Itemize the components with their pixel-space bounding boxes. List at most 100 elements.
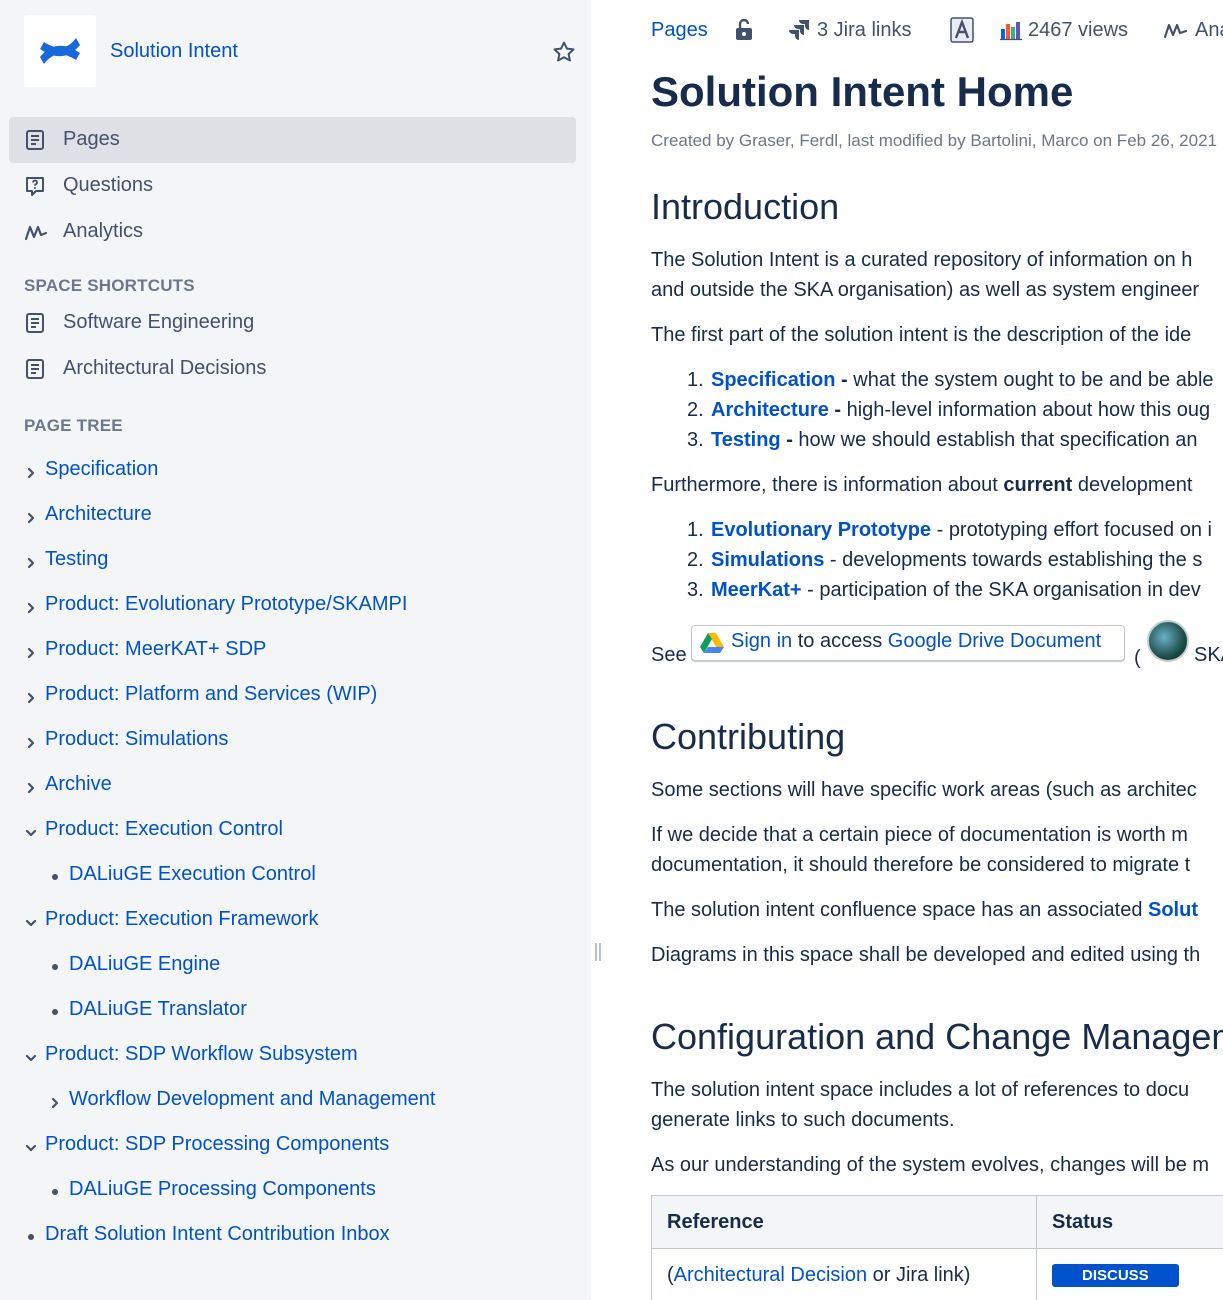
chevron-down-icon[interactable]: [24, 823, 38, 837]
sidebar-item-label: Pages: [63, 128, 120, 150]
star-icon[interactable]: [552, 40, 576, 69]
sidebar-item-questions[interactable]: Questions: [9, 163, 576, 209]
list-item: 1. Evolutionary Prototype - prototyping e…: [687, 519, 1212, 541]
space-header: Solution Intent: [24, 15, 576, 87]
paren-open: (: [1134, 647, 1141, 669]
bullet-icon: [52, 1189, 58, 1195]
page-tree-label[interactable]: Archive: [45, 773, 112, 796]
page-views-count[interactable]: 2467 views: [1028, 16, 1128, 46]
page-tree-label[interactable]: Product: Platform and Services (WIP): [45, 683, 377, 706]
list-item: 2. Simulations - developments towards est…: [687, 549, 1203, 571]
table-row: (Architectural Decision or Jira link) DI…: [651, 1248, 1223, 1300]
config-paragraph-1-line2: generate links to such documents.: [651, 1109, 955, 1131]
page-title: Solution Intent Home: [651, 68, 1074, 115]
list-item: 3. MeerKat+ - participation of the SKA or…: [687, 579, 1201, 601]
intro-paragraph-3: Furthermore, there is information about …: [651, 474, 1193, 496]
shortcuts-heading: SPACE SHORTCUTS: [24, 276, 195, 295]
ska-link[interactable]: SKA: [1194, 640, 1223, 670]
chevron-right-icon[interactable]: [24, 733, 38, 749]
status-cell: DISCUSS: [1036, 1248, 1223, 1300]
page-tree-label[interactable]: Product: Execution Framework: [45, 908, 318, 931]
space-name[interactable]: Solution Intent: [110, 40, 238, 63]
contrib-paragraph-4: Diagrams in this space shall be develope…: [651, 944, 1201, 966]
chevron-down-icon[interactable]: [24, 913, 38, 927]
chevron-right-icon[interactable]: [24, 553, 38, 569]
page-tree-label[interactable]: Draft Solution Intent Contribution Inbox: [45, 1223, 390, 1246]
link-architecture[interactable]: Architecture: [711, 399, 829, 421]
sign-in-link[interactable]: Sign in: [731, 630, 792, 652]
chevron-right-icon[interactable]: [24, 463, 38, 479]
sidebar-item-pages[interactable]: Pages: [9, 117, 576, 163]
page-tree-label[interactable]: Product: Evolutionary Prototype/SKAMPI: [45, 593, 407, 616]
column-header-reference: Reference: [651, 1195, 1037, 1249]
list-item: 1. Specification - what the system ought …: [687, 369, 1214, 391]
contrib-paragraph-1: Some sections will have specific work ar…: [651, 779, 1197, 801]
app-icon[interactable]: [949, 16, 975, 46]
list-item: 3. Testing - how we should establish that…: [687, 429, 1198, 451]
page-tree-label[interactable]: Product: Execution Control: [45, 818, 283, 841]
sidebar: Solution Intent Pages Questions Analytic…: [0, 0, 601, 1300]
architectural-decision-link[interactable]: Architectural Decision: [674, 1264, 867, 1286]
chevron-right-icon[interactable]: [24, 643, 38, 659]
chevron-down-icon[interactable]: [24, 1138, 38, 1152]
analytics-icon: [24, 221, 48, 243]
heading-contributing: Contributing: [651, 716, 846, 757]
link-simulations[interactable]: Simulations: [711, 549, 824, 571]
page-tree-label[interactable]: Architecture: [45, 503, 152, 526]
page-tree-label[interactable]: Testing: [45, 548, 108, 571]
page-tree-label[interactable]: DALiuGE Execution Control: [69, 863, 316, 886]
chevron-right-icon[interactable]: [24, 778, 38, 794]
page-tree-label[interactable]: Product: Simulations: [45, 728, 228, 751]
sidebar-item-label: Analytics: [63, 220, 144, 242]
heading-configuration: Configuration and Change Managem: [651, 1016, 1223, 1057]
contrib-paragraph-3: The solution intent confluence space has…: [651, 899, 1198, 921]
sidebar-item-label: Questions: [63, 174, 154, 196]
google-drive-document-link[interactable]: Google Drive Document: [888, 630, 1101, 652]
page-tree-label[interactable]: Product: SDP Workflow Subsystem: [45, 1043, 358, 1066]
intro-paragraph-line2: and outside the SKA organisation) as wel…: [651, 279, 1200, 301]
page-icon: [24, 312, 46, 334]
analytics-button[interactable]: Ana: [1195, 16, 1223, 46]
jira-links-button[interactable]: 3 Jira links: [817, 16, 911, 46]
intro-paragraph-2: The first part of the solution intent is…: [651, 324, 1192, 346]
page-tree-label[interactable]: DALiuGE Translator: [69, 998, 247, 1021]
chevron-right-icon[interactable]: [24, 688, 38, 704]
bullet-icon: [52, 874, 58, 880]
breadcrumb-pages[interactable]: Pages: [651, 16, 708, 46]
page-tree-label[interactable]: DALiuGE Engine: [69, 953, 220, 976]
contrib-paragraph-2-line1: If we decide that a certain piece of doc…: [651, 824, 1188, 846]
solution-link[interactable]: Solut: [1148, 899, 1198, 921]
page-tree-label[interactable]: Workflow Development and Management: [69, 1088, 435, 1111]
unlock-icon[interactable]: [733, 18, 755, 48]
status-badge: DISCUSS: [1052, 1264, 1179, 1287]
page-tree-label[interactable]: Specification: [45, 458, 158, 481]
heading-introduction: Introduction: [651, 186, 840, 227]
shortcut-software-engineering[interactable]: Software Engineering: [9, 300, 576, 346]
reference-cell: (Architectural Decision or Jira link): [651, 1248, 1037, 1300]
shortcut-architectural-decisions[interactable]: Architectural Decisions: [9, 346, 576, 392]
link-meerkat-plus[interactable]: MeerKat+: [711, 579, 802, 601]
link-specification[interactable]: Specification: [711, 369, 835, 391]
page-icon: [24, 358, 46, 380]
bullet-icon: [52, 964, 58, 970]
link-testing[interactable]: Testing: [711, 429, 781, 451]
page-tree-label[interactable]: Product: SDP Processing Components: [45, 1133, 389, 1156]
shortcut-label: Software Engineering: [63, 311, 255, 333]
page-tree-label[interactable]: DALiuGE Processing Components: [69, 1178, 376, 1201]
questions-icon: [24, 175, 46, 197]
sidebar-item-analytics[interactable]: Analytics: [9, 209, 576, 255]
see-label: See: [651, 644, 687, 666]
jira-icon: [787, 18, 811, 48]
analytics-icon: [1163, 19, 1189, 49]
link-evolutionary-prototype[interactable]: Evolutionary Prototype: [711, 519, 931, 541]
page-byline: Created by Graser, Ferdl, last modified …: [651, 131, 1217, 150]
page-tree-label[interactable]: Product: MeerKAT+ SDP: [45, 638, 266, 661]
bullet-icon: [52, 1009, 58, 1015]
confluence-logo-icon[interactable]: [24, 15, 96, 87]
avatar[interactable]: [1147, 620, 1189, 662]
chevron-right-icon[interactable]: [24, 598, 38, 614]
chevron-down-icon[interactable]: [24, 1048, 38, 1062]
bullet-icon: [28, 1234, 34, 1240]
chevron-right-icon[interactable]: [24, 508, 38, 524]
chevron-right-icon[interactable]: [48, 1093, 62, 1109]
